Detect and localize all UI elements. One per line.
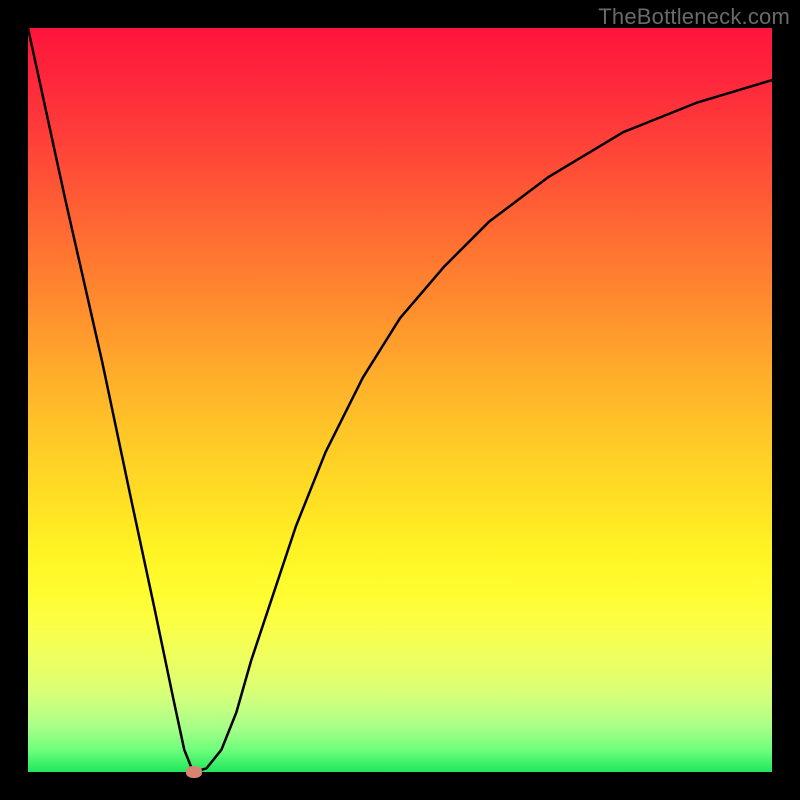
watermark-text: TheBottleneck.com	[598, 4, 790, 30]
optimal-point-marker	[186, 766, 202, 778]
plot-area	[28, 28, 772, 772]
bottleneck-curve	[28, 28, 772, 772]
chart-frame: TheBottleneck.com	[0, 0, 800, 800]
